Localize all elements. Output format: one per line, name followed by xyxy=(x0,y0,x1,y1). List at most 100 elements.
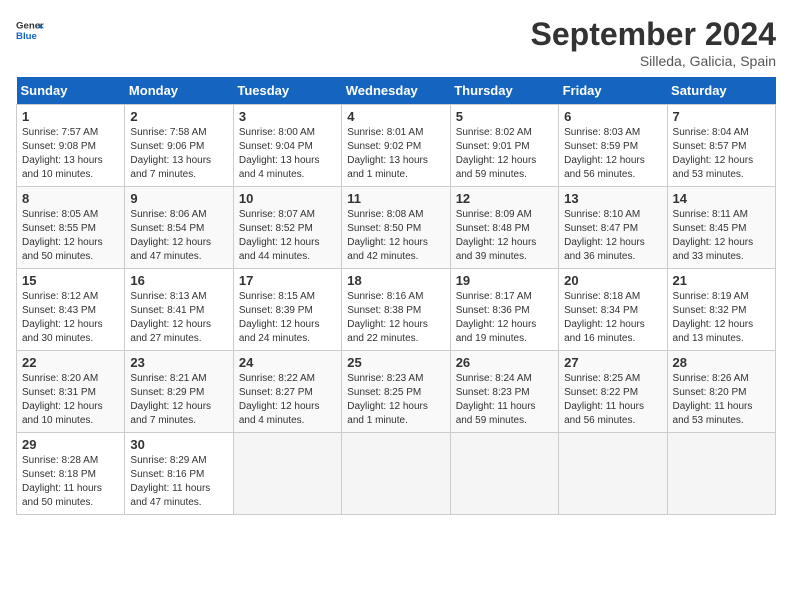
header: General Blue September 2024 Silleda, Gal… xyxy=(16,16,776,69)
day-info: Sunrise: 8:15 AMSunset: 8:39 PMDaylight:… xyxy=(239,290,336,346)
day-number: 21 xyxy=(673,273,770,288)
day-info: Sunrise: 8:24 AMSunset: 8:23 PMDaylight:… xyxy=(456,372,553,428)
day-info-line: and 44 minutes. xyxy=(239,250,336,264)
day-info-line: and 19 minutes. xyxy=(456,332,553,346)
day-cell: 12Sunrise: 8:09 AMSunset: 8:48 PMDayligh… xyxy=(450,187,558,269)
day-info-line: Sunrise: 8:25 AM xyxy=(564,372,661,386)
day-info-line: Sunrise: 8:11 AM xyxy=(673,208,770,222)
day-info-line: Daylight: 12 hours xyxy=(564,154,661,168)
day-number: 7 xyxy=(673,109,770,124)
day-info-line: and 7 minutes. xyxy=(130,414,227,428)
day-info-line: Sunset: 8:20 PM xyxy=(673,386,770,400)
day-info-line: and 56 minutes. xyxy=(564,414,661,428)
location: Silleda, Galicia, Spain xyxy=(531,53,776,69)
logo: General Blue xyxy=(16,16,44,44)
day-info-line: Sunrise: 8:15 AM xyxy=(239,290,336,304)
day-info: Sunrise: 8:26 AMSunset: 8:20 PMDaylight:… xyxy=(673,372,770,428)
day-info: Sunrise: 8:03 AMSunset: 8:59 PMDaylight:… xyxy=(564,126,661,182)
day-info: Sunrise: 8:01 AMSunset: 9:02 PMDaylight:… xyxy=(347,126,444,182)
day-info-line: Sunset: 8:18 PM xyxy=(22,468,119,482)
day-cell xyxy=(667,433,775,515)
day-cell xyxy=(450,433,558,515)
month-title: September 2024 xyxy=(531,16,776,53)
day-info-line: Daylight: 12 hours xyxy=(456,318,553,332)
day-info: Sunrise: 8:25 AMSunset: 8:22 PMDaylight:… xyxy=(564,372,661,428)
day-cell: 3Sunrise: 8:00 AMSunset: 9:04 PMDaylight… xyxy=(233,105,341,187)
day-info-line: Sunrise: 8:06 AM xyxy=(130,208,227,222)
day-number: 11 xyxy=(347,191,444,206)
day-info-line: Sunset: 8:39 PM xyxy=(239,304,336,318)
day-info-line: and 10 minutes. xyxy=(22,414,119,428)
day-cell: 7Sunrise: 8:04 AMSunset: 8:57 PMDaylight… xyxy=(667,105,775,187)
day-number: 2 xyxy=(130,109,227,124)
day-info-line: Daylight: 13 hours xyxy=(239,154,336,168)
day-number: 8 xyxy=(22,191,119,206)
day-info: Sunrise: 8:21 AMSunset: 8:29 PMDaylight:… xyxy=(130,372,227,428)
day-info: Sunrise: 8:11 AMSunset: 8:45 PMDaylight:… xyxy=(673,208,770,264)
day-info: Sunrise: 8:29 AMSunset: 8:16 PMDaylight:… xyxy=(130,454,227,510)
day-info-line: Sunset: 9:08 PM xyxy=(22,140,119,154)
day-number: 29 xyxy=(22,437,119,452)
day-cell: 18Sunrise: 8:16 AMSunset: 8:38 PMDayligh… xyxy=(342,269,450,351)
day-info: Sunrise: 8:22 AMSunset: 8:27 PMDaylight:… xyxy=(239,372,336,428)
day-info-line: Sunrise: 8:19 AM xyxy=(673,290,770,304)
day-info-line: and 16 minutes. xyxy=(564,332,661,346)
day-info: Sunrise: 8:12 AMSunset: 8:43 PMDaylight:… xyxy=(22,290,119,346)
day-info: Sunrise: 8:09 AMSunset: 8:48 PMDaylight:… xyxy=(456,208,553,264)
day-cell: 4 Sunrise: 8:01 AMSunset: 9:02 PMDaylight… xyxy=(342,105,450,187)
day-info-line: Sunset: 8:55 PM xyxy=(22,222,119,236)
day-number: 14 xyxy=(673,191,770,206)
svg-text:Blue: Blue xyxy=(16,31,37,42)
day-info-line: Sunrise: 8:02 AM xyxy=(456,126,553,140)
col-header-thursday: Thursday xyxy=(450,77,558,105)
day-number: 5 xyxy=(456,109,553,124)
day-number: 15 xyxy=(22,273,119,288)
day-info: Sunrise: 8:17 AMSunset: 8:36 PMDaylight:… xyxy=(456,290,553,346)
day-cell: 9Sunrise: 8:06 AMSunset: 8:54 PMDaylight… xyxy=(125,187,233,269)
day-info-line: Sunrise: 8:22 AM xyxy=(239,372,336,386)
day-info: Sunrise: 8:18 AMSunset: 8:34 PMDaylight:… xyxy=(564,290,661,346)
day-info: Sunrise: 8:23 AMSunset: 8:25 PMDaylight:… xyxy=(347,372,444,428)
day-info-line: Sunset: 8:54 PM xyxy=(130,222,227,236)
day-info-line: Daylight: 13 hours xyxy=(130,154,227,168)
day-info-line: Daylight: 11 hours xyxy=(673,400,770,414)
day-info-line: Sunrise: 8:13 AM xyxy=(130,290,227,304)
day-info: Sunrise: 8:00 AMSunset: 9:04 PMDaylight:… xyxy=(239,126,336,182)
day-info-line: and 33 minutes. xyxy=(673,250,770,264)
day-cell: 20 Sunrise: 8:18 AMSunset: 8:34 PMDayligh… xyxy=(559,269,667,351)
day-info-line: Sunrise: 7:58 AM xyxy=(130,126,227,140)
day-info-line: Daylight: 12 hours xyxy=(22,400,119,414)
day-info: Sunrise: 8:19 AMSunset: 8:32 PMDaylight:… xyxy=(673,290,770,346)
logo-icon: General Blue xyxy=(16,16,44,44)
day-info-line: and 7 minutes. xyxy=(130,168,227,182)
day-info-line: and 59 minutes. xyxy=(456,414,553,428)
day-cell: 10Sunrise: 8:07 AMSunset: 8:52 PMDayligh… xyxy=(233,187,341,269)
day-info: Sunrise: 8:13 AMSunset: 8:41 PMDaylight:… xyxy=(130,290,227,346)
day-info-line: Sunset: 8:52 PM xyxy=(239,222,336,236)
col-header-monday: Monday xyxy=(125,77,233,105)
day-info-line: Sunrise: 8:17 AM xyxy=(456,290,553,304)
day-info-line: Sunrise: 8:12 AM xyxy=(22,290,119,304)
day-info-line: Daylight: 12 hours xyxy=(130,400,227,414)
day-info-line: Sunset: 9:01 PM xyxy=(456,140,553,154)
day-info-line: Daylight: 12 hours xyxy=(673,154,770,168)
day-info-line: Sunset: 8:47 PM xyxy=(564,222,661,236)
day-number: 20 xyxy=(564,273,661,288)
calendar-table: SundayMondayTuesdayWednesdayThursdayFrid… xyxy=(16,77,776,515)
day-number: 4 xyxy=(347,109,444,124)
day-number: 25 xyxy=(347,355,444,370)
day-info-line: Sunrise: 8:03 AM xyxy=(564,126,661,140)
day-info-line: Daylight: 12 hours xyxy=(564,236,661,250)
day-cell: 29 Sunrise: 8:28 AMSunset: 8:18 PMDayligh… xyxy=(17,433,125,515)
day-info-line: Sunset: 8:59 PM xyxy=(564,140,661,154)
day-number: 30 xyxy=(130,437,227,452)
day-cell: 21 Sunrise: 8:19 AMSunset: 8:32 PMDayligh… xyxy=(667,269,775,351)
week-row-2: 8Sunrise: 8:05 AMSunset: 8:55 PMDaylight… xyxy=(17,187,776,269)
day-info-line: and 42 minutes. xyxy=(347,250,444,264)
day-cell: 28Sunrise: 8:26 AMSunset: 8:20 PMDayligh… xyxy=(667,351,775,433)
day-info-line: Daylight: 12 hours xyxy=(347,236,444,250)
week-row-4: 22Sunrise: 8:20 AMSunset: 8:31 PMDayligh… xyxy=(17,351,776,433)
day-info: Sunrise: 8:28 AMSunset: 8:18 PMDaylight:… xyxy=(22,454,119,510)
day-info-line: Sunset: 8:23 PM xyxy=(456,386,553,400)
day-info-line: Sunrise: 8:16 AM xyxy=(347,290,444,304)
